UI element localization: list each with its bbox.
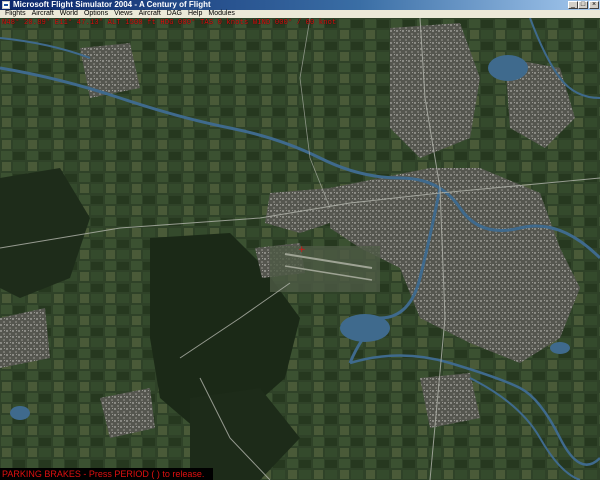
menu-modules[interactable]: Modules bbox=[205, 10, 237, 18]
menu-world[interactable]: World bbox=[57, 10, 81, 18]
menu-help[interactable]: Help bbox=[185, 10, 205, 18]
flight-view[interactable]: + bbox=[0, 18, 600, 480]
maximize-button[interactable]: □ bbox=[578, 1, 588, 9]
menu-aircraft[interactable]: Aircraft bbox=[29, 10, 57, 18]
window-title: Microsoft Flight Simulator 2004 - A Cent… bbox=[13, 0, 211, 9]
lake bbox=[550, 342, 570, 354]
title-bar[interactable]: Microsoft Flight Simulator 2004 - A Cent… bbox=[0, 0, 600, 10]
hud-info-line: N48° 20.89' E11° 47.13' ALT 1500 ft HDG … bbox=[2, 19, 337, 27]
menu-flights[interactable]: Flights bbox=[2, 10, 29, 18]
fs-plane-icon[interactable] bbox=[2, 1, 10, 9]
menu-bar: Flights Aircraft World Options Views Air… bbox=[0, 10, 600, 18]
lake bbox=[488, 55, 528, 81]
terrain-map: + bbox=[0, 18, 600, 480]
lake bbox=[340, 314, 390, 342]
aircraft-position-icon: + bbox=[298, 245, 306, 255]
town-area bbox=[390, 23, 480, 158]
lake bbox=[10, 406, 30, 420]
menu-options[interactable]: Options bbox=[81, 10, 111, 18]
parking-brakes-message: PARKING BRAKES - Press PERIOD ( ) to rel… bbox=[0, 468, 213, 480]
minimize-button[interactable]: _ bbox=[568, 1, 578, 9]
close-button[interactable]: × bbox=[589, 1, 599, 9]
menu-views[interactable]: Views bbox=[111, 10, 136, 18]
town-area bbox=[0, 308, 50, 368]
town-area bbox=[420, 373, 480, 428]
menu-aircraft-2[interactable]: Aircraft bbox=[136, 10, 164, 18]
menu-dag[interactable]: DAG bbox=[164, 10, 185, 18]
